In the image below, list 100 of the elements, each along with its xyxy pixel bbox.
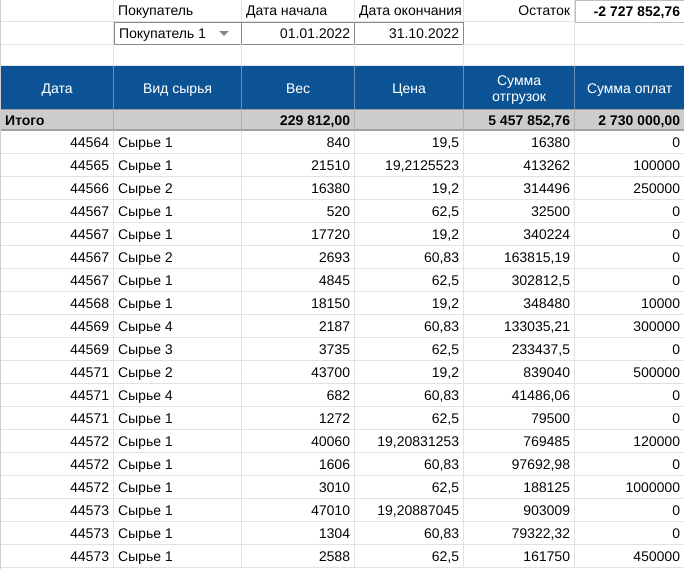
table-cell-text: 161750 [523,546,570,566]
table-cell-text: Сырье 2 [118,248,173,267]
table-cell-text: 44569 [70,316,109,336]
table-cell-text: 0 [672,408,680,428]
table-cell-text: Сырье 4 [118,386,173,405]
end-date-label: Дата окончания [359,1,462,20]
table-cell-text: 40060 [311,432,350,450]
table-cell-text: 19,2 [432,294,459,312]
table-cell-text: 0 [672,500,680,520]
table-cell-text: 18150 [311,294,350,312]
column-header: Сумма оплат [586,80,672,96]
table-cell-text: Сырье 2 [118,362,173,382]
total-value: 5 457 852,76 [488,111,570,130]
table-cell-text: Сырье 1 [118,500,173,520]
table-cell-text: 2588 [318,546,350,566]
table-cell-text: 19,2125523 [385,156,459,174]
table-cell-text: 60,83 [424,248,459,266]
table-cell-text: Сырье 2 [118,178,173,198]
table-cell-text: 43700 [311,362,350,382]
balance-label: Остаток [518,1,570,20]
table-cell-text: 840 [326,132,350,152]
table-cell-text: 44573 [70,546,109,566]
table-cell-text: Сырье 1 [118,224,173,244]
table-cell-text: 44566 [70,178,109,198]
table-cell-text: 79500 [531,408,570,428]
table-cell-text: 348480 [523,294,570,312]
table-cell-text: 4845 [318,270,350,290]
table-cell-text: 233437,5 [512,340,570,358]
table-cell-text: 3735 [318,340,350,358]
table-cell-text: Сырье 1 [118,454,173,474]
table-cell-text: 302812,5 [512,270,570,290]
buyer-label: Покупатель [118,1,194,20]
table-cell-text: 682 [326,386,350,404]
table-cell-text: 19,20831253 [377,432,459,450]
table-cell-text: 44572 [70,454,109,474]
table-cell-text: 19,2 [432,362,459,382]
table-cell-text: 2187 [318,316,350,336]
table-cell-text: Сырье 1 [118,524,173,543]
table-cell-text: 44569 [70,340,109,358]
table-cell-text: 0 [672,340,680,358]
table-cell-text: Сырье 1 [118,546,173,566]
column-header: Вес [286,80,310,96]
table-cell-text: 21510 [311,156,350,174]
table-cell-text: 41486,06 [512,386,570,404]
total-value: 229 812,00 [280,111,350,130]
table-cell-text: 60,83 [424,524,459,542]
table-cell-text: 44571 [70,362,109,382]
table-cell-text: 903009 [523,500,570,520]
column-header: Дата [41,80,72,96]
table-cell-text: 0 [672,248,680,266]
table-cell-text: 44568 [70,294,109,312]
column-header: Цена [392,80,426,96]
table-cell-text: 769485 [523,432,570,450]
table-cell-text: 16380 [311,178,350,198]
table-cell-text: 44567 [70,202,109,220]
table-cell-text: 44565 [70,156,109,174]
table-cell-text: 500000 [633,362,680,382]
table-cell-text: Сырье 1 [118,156,173,175]
table-cell-text: 450000 [633,546,680,566]
table-cell-text: 0 [672,224,680,244]
table-cell-text: 314496 [523,178,570,198]
table-cell-text: 44573 [70,524,109,542]
table-cell-text: Сырье 1 [118,202,173,221]
table-cell-text: 17720 [311,224,350,244]
table-cell-text: 300000 [633,316,680,336]
table-cell-text: 44573 [70,500,109,520]
table-cell-text: 100000 [633,156,680,174]
table-cell-text: 19,2 [432,178,459,198]
table-cell-text: 3010 [318,478,350,496]
table-cell-text: 19,2 [432,224,459,244]
table-cell-text: 62,5 [432,546,459,566]
column-header: Вид сырья [143,80,212,96]
column-header: Сумма отгрузок [491,72,547,104]
buyer-dropdown[interactable]: Покупатель 1 [114,22,242,45]
table-cell-text: 19,20887045 [377,500,459,520]
table-cell-text: 44572 [70,478,109,496]
total-label: Итого [5,111,44,130]
table-cell-text: 60,83 [424,454,459,474]
table-cell-text: Сырье 1 [118,432,173,451]
table-cell-text: 0 [672,386,680,404]
table-cell-text: 1000000 [625,478,680,496]
table-cell-text: Сырье 1 [118,294,173,313]
table-cell-text: 47010 [311,500,350,520]
table-cell-text: 1304 [318,524,350,542]
table-cell-text: Сырье 4 [118,316,173,336]
table-cell-text: 62,5 [432,408,459,428]
table-cell-text: 120000 [633,432,680,450]
table-cell-text: 250000 [633,178,680,198]
table-cell-text: 44571 [70,408,109,428]
table-cell-text: 60,83 [424,316,459,336]
table-cell-text: 62,5 [432,270,459,290]
caret-icon [219,30,229,36]
table-cell-text: 839040 [523,362,570,382]
table-cell-text: 0 [672,454,680,474]
table-cell-text: 133035,21 [504,316,570,336]
table-cell-text: 0 [672,132,680,152]
table-cell-text: 19,5 [432,132,459,152]
table-cell-text: 340224 [523,224,570,244]
table-cell-text: 0 [672,524,680,542]
table-cell-text: Сырье 1 [118,132,173,152]
